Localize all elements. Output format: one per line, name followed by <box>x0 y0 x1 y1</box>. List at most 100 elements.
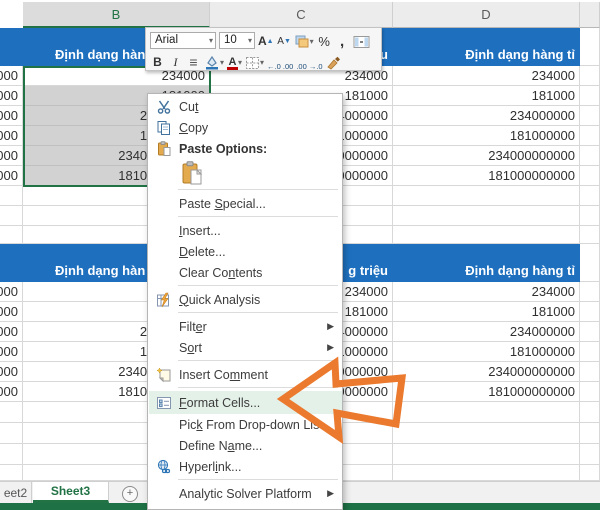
empty-row-cell-e[interactable] <box>580 206 600 226</box>
row-cell-a[interactable]: 000 <box>0 126 23 146</box>
empty-row-cell-e[interactable] <box>580 186 600 206</box>
font-color-button[interactable]: A ▾ <box>227 53 242 70</box>
empty-row-cell-d[interactable] <box>393 226 580 244</box>
row-cell-d[interactable]: 181000 <box>393 86 580 106</box>
empty-row-cell-d[interactable] <box>393 465 580 481</box>
row-cell-e[interactable] <box>580 126 600 146</box>
column-header-C[interactable]: C <box>210 2 393 28</box>
table-header-cell-e[interactable] <box>580 244 600 282</box>
row-cell-a[interactable]: 000 <box>0 282 23 302</box>
empty-row-cell-e[interactable] <box>580 444 600 465</box>
empty-row-cell-a[interactable] <box>0 186 23 206</box>
cell-styles-icon[interactable]: ▾ <box>295 32 314 49</box>
menu-item-hyperlink[interactable]: Hyperlink... <box>149 456 342 477</box>
row-cell-d[interactable]: 181000000 <box>393 342 580 362</box>
row-cell-e[interactable] <box>580 342 600 362</box>
menu-item-copy[interactable]: Copy <box>149 117 342 138</box>
grow-font-button[interactable]: A ▲ <box>258 32 274 49</box>
sheet-tab-sheet3[interactable]: Sheet3 <box>33 482 109 503</box>
format-painter-icon[interactable] <box>326 53 341 70</box>
menu-item-insert[interactable]: Insert... <box>149 220 342 241</box>
row-cell-a[interactable]: 000 <box>0 342 23 362</box>
row-cell-d[interactable]: 234000 <box>393 66 580 86</box>
menu-item-paste-swatch[interactable] <box>149 159 342 187</box>
row-cell-d[interactable]: 181000 <box>393 302 580 322</box>
row-cell-d[interactable]: 234000000 <box>393 322 580 342</box>
empty-row-cell-d[interactable] <box>393 206 580 226</box>
menu-item-format-cells[interactable]: Format Cells... <box>149 391 342 414</box>
paste-swatch-button[interactable] <box>181 161 203 185</box>
row-cell-a[interactable]: 000 <box>0 106 23 126</box>
row-cell-e[interactable] <box>580 302 600 322</box>
column-header-B[interactable]: B <box>23 2 210 28</box>
empty-row-cell-a[interactable] <box>0 444 23 465</box>
italic-button[interactable]: I <box>168 53 183 70</box>
new-sheet-button[interactable]: + <box>122 486 138 502</box>
row-cell-d[interactable]: 234000000000 <box>393 362 580 382</box>
empty-row-cell-d[interactable] <box>393 444 580 465</box>
row-cell-e[interactable] <box>580 282 600 302</box>
fill-color-button[interactable]: ▾ <box>204 53 224 70</box>
row-cell-e[interactable] <box>580 362 600 382</box>
column-header-E[interactable] <box>580 2 600 28</box>
row-cell-e[interactable] <box>580 166 600 186</box>
row-cell-d[interactable]: 181000000 <box>393 126 580 146</box>
empty-row-cell-a[interactable] <box>0 402 23 423</box>
empty-row-cell-e[interactable] <box>580 423 600 444</box>
decrease-decimal-button[interactable]: .00 →.0 <box>296 53 322 70</box>
menu-item-quick-analysis[interactable]: Quick Analysis <box>149 289 342 310</box>
borders-button[interactable]: ▾ <box>245 53 264 70</box>
row-cell-e[interactable] <box>580 106 600 126</box>
increase-decimal-button[interactable]: ←.0 .00 <box>267 53 293 70</box>
table-header-cell-e[interactable] <box>580 28 600 66</box>
empty-row-cell-a[interactable] <box>0 423 23 444</box>
shrink-font-button[interactable]: A ▼ <box>277 32 292 49</box>
comma-style-button[interactable]: , <box>335 32 350 49</box>
menu-item-insert-comment[interactable]: Insert Comment <box>149 364 342 385</box>
align-center-button[interactable]: ≡ <box>186 53 201 70</box>
row-cell-a[interactable]: 000 <box>0 302 23 322</box>
row-cell-a[interactable]: 000 <box>0 382 23 402</box>
menu-item-analytic-solver[interactable]: Analytic Solver Platform ▶ <box>149 483 342 504</box>
empty-row-cell-a[interactable] <box>0 226 23 244</box>
row-cell-d[interactable]: 181000000000 <box>393 382 580 402</box>
row-cell-a[interactable]: 000 <box>0 362 23 382</box>
row-cell-e[interactable] <box>580 382 600 402</box>
bold-button[interactable]: B <box>150 53 165 70</box>
row-cell-a[interactable]: 000 <box>0 86 23 106</box>
empty-row-cell-d[interactable] <box>393 402 580 423</box>
empty-row-cell-e[interactable] <box>580 402 600 423</box>
row-cell-a[interactable]: 000 <box>0 322 23 342</box>
menu-item-paste-special[interactable]: Paste Special... <box>149 193 342 214</box>
menu-item-paste-options[interactable]: Paste Options: <box>149 138 342 159</box>
font-size-select[interactable]: 10 ▾ <box>219 31 255 49</box>
row-cell-a[interactable]: 000 <box>0 146 23 166</box>
row-cell-d[interactable]: 234000 <box>393 282 580 302</box>
percent-style-button[interactable]: % <box>317 32 332 49</box>
menu-item-pick-from-dropdown[interactable]: Pick From Drop-down List... <box>149 414 342 435</box>
row-cell-a[interactable]: 000 <box>0 66 23 86</box>
font-name-select[interactable]: Arial ▾ <box>150 31 216 49</box>
empty-row-cell-e[interactable] <box>580 465 600 481</box>
empty-row-cell-d[interactable] <box>393 423 580 444</box>
menu-item-delete[interactable]: Delete... <box>149 241 342 262</box>
empty-row-cell-a[interactable] <box>0 206 23 226</box>
menu-item-filter[interactable]: Filter ▶ <box>149 316 342 337</box>
column-header-D[interactable]: D <box>393 2 580 28</box>
sheet-tab-sheet2[interactable]: eet2 <box>0 482 32 503</box>
row-cell-d[interactable]: 234000000000 <box>393 146 580 166</box>
empty-row-cell-a[interactable] <box>0 465 23 481</box>
menu-item-sort[interactable]: Sort ▶ <box>149 337 342 358</box>
menu-item-define-name[interactable]: Define Name... <box>149 435 342 456</box>
row-cell-d[interactable]: 181000000000 <box>393 166 580 186</box>
row-cell-e[interactable] <box>580 322 600 342</box>
row-cell-e[interactable] <box>580 146 600 166</box>
row-cell-d[interactable]: 234000000 <box>393 106 580 126</box>
menu-item-cut[interactable]: Cut <box>149 96 342 117</box>
menu-item-clear-contents[interactable]: Clear Contents <box>149 262 342 283</box>
empty-row-cell-d[interactable] <box>393 186 580 206</box>
row-cell-e[interactable] <box>580 86 600 106</box>
merge-cells-icon[interactable] <box>353 32 370 49</box>
row-cell-a[interactable]: 000 <box>0 166 23 186</box>
row-cell-e[interactable] <box>580 66 600 86</box>
